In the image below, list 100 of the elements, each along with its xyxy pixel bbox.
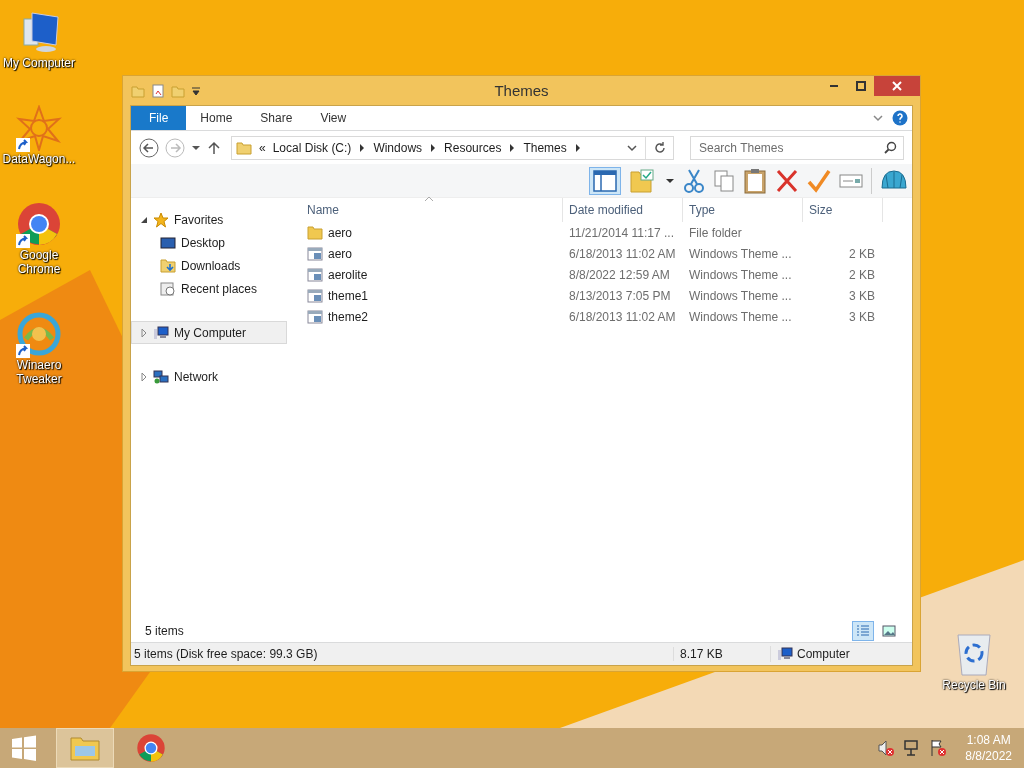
chevron-right-icon[interactable] bbox=[429, 143, 438, 152]
breadcrumb[interactable]: Windows bbox=[373, 140, 423, 155]
search-field[interactable]: Search Themes bbox=[690, 135, 904, 160]
search-input[interactable]: Search Themes bbox=[697, 139, 884, 156]
column-header[interactable]: Type bbox=[683, 198, 803, 222]
window-title: Themes bbox=[494, 82, 549, 99]
column-header[interactable]: Size bbox=[803, 198, 883, 222]
shortcut-arrow-icon bbox=[16, 344, 30, 358]
type-cell-text: Windows Theme ... bbox=[688, 288, 793, 303]
chrome-icon bbox=[16, 201, 62, 247]
refresh-icon[interactable] bbox=[653, 140, 667, 155]
size-cell-text: 2 KB bbox=[848, 267, 876, 282]
recycle-bin-icon bbox=[954, 631, 994, 677]
file-name: aerolite bbox=[328, 267, 368, 282]
dropdown-caret-icon[interactable] bbox=[191, 85, 201, 96]
folder-icon bbox=[236, 139, 252, 156]
nav-tree-item[interactable]: Favorites bbox=[131, 208, 297, 231]
nav-tree-item[interactable]: Desktop bbox=[131, 231, 297, 254]
file-name: aero bbox=[328, 246, 353, 261]
swirl-icon bbox=[16, 311, 62, 357]
file-row[interactable]: aero 11/21/2014 11:17 ... File folder bbox=[301, 222, 912, 243]
status-text: 5 items (Disk free space: 99.3 GB) bbox=[133, 647, 319, 661]
address-bar[interactable]: « Local Disk (C:) Windows Resources Themes bbox=[231, 135, 674, 160]
folder-icon bbox=[307, 224, 323, 241]
chevron-right-icon[interactable] bbox=[508, 143, 517, 152]
search-icon bbox=[884, 141, 897, 154]
nav-tree-item[interactable]: My Computer bbox=[131, 321, 287, 344]
computer-icon bbox=[153, 324, 169, 341]
desktop-icon-label: Winaero Tweaker bbox=[15, 358, 63, 386]
maximize-icon bbox=[855, 81, 866, 91]
size-cell-text: 2 KB bbox=[848, 246, 876, 261]
ribbon-tab[interactable]: File bbox=[131, 106, 187, 130]
chevron-down-icon[interactable] bbox=[872, 112, 884, 124]
breadcrumb[interactable]: Themes bbox=[523, 140, 567, 155]
folder-icon bbox=[69, 734, 101, 762]
file-row[interactable]: aero 6/18/2013 11:02 AM Windows Theme ... 2 KB bbox=[301, 243, 912, 264]
network-icon bbox=[153, 368, 169, 385]
muted-speaker-icon[interactable] bbox=[877, 739, 896, 757]
nav-tree-item[interactable]: Recent places bbox=[131, 277, 297, 300]
type-cell-text: File folder bbox=[688, 225, 743, 240]
file-row[interactable]: theme2 6/18/2013 11:02 AM Windows Theme ... 3 KB bbox=[301, 306, 912, 327]
date-cell-text: 8/8/2022 12:59 AM bbox=[568, 267, 671, 282]
clock-time: 1:08 AM bbox=[966, 732, 1011, 748]
status-location: Computer bbox=[797, 647, 850, 661]
status-size: 8.17 KB bbox=[673, 647, 770, 661]
size-cell-text: 3 KB bbox=[848, 288, 876, 303]
computer-icon bbox=[777, 646, 793, 662]
date-cell-text: 11/21/2014 11:17 ... bbox=[568, 225, 675, 240]
desktop-icon-label: My Computer bbox=[2, 56, 76, 70]
cut-icon[interactable] bbox=[683, 167, 705, 194]
breadcrumb[interactable]: Resources bbox=[444, 140, 502, 155]
shortcut-arrow-icon bbox=[16, 138, 30, 152]
properties-icon[interactable] bbox=[151, 83, 165, 98]
expanded-triangle-icon[interactable] bbox=[140, 215, 148, 224]
date-cell-text: 6/18/2013 11:02 AM bbox=[568, 309, 677, 324]
flag-icon[interactable] bbox=[929, 739, 948, 757]
ribbon-tab[interactable]: View bbox=[306, 106, 361, 130]
star-pattern-icon bbox=[16, 105, 62, 151]
item-count: 5 items bbox=[145, 624, 184, 638]
file-row[interactable]: theme1 8/13/2013 7:05 PM Windows Theme ... 3 KB bbox=[301, 285, 912, 306]
file-name: theme1 bbox=[328, 288, 369, 303]
file-row[interactable]: aerolite 8/8/2022 12:59 AM Windows Theme ... 2 KB bbox=[301, 264, 912, 285]
overflow-chevron[interactable]: « bbox=[259, 140, 266, 155]
chrome-icon bbox=[136, 733, 166, 763]
size-cell-text: 3 KB bbox=[848, 309, 876, 324]
clock-date: 8/8/2022 bbox=[965, 748, 1012, 764]
chevron-right-icon[interactable] bbox=[573, 143, 582, 152]
column-header[interactable]: Date modified bbox=[563, 198, 683, 222]
paste-icon[interactable] bbox=[743, 167, 767, 194]
windows-logo-icon bbox=[11, 735, 37, 761]
help-icon[interactable] bbox=[892, 110, 908, 126]
ribbon-tab[interactable]: Share bbox=[246, 106, 307, 130]
ribbon-tab[interactable]: Home bbox=[186, 106, 247, 130]
checkmark-icon[interactable] bbox=[807, 167, 831, 194]
star-icon bbox=[153, 211, 169, 228]
delete-icon[interactable] bbox=[775, 167, 799, 194]
file-name: theme2 bbox=[328, 309, 369, 324]
type-cell-text: Windows Theme ... bbox=[688, 309, 793, 324]
shortcut-arrow-icon bbox=[16, 234, 30, 248]
desktop-icon-label: Recycle Bin bbox=[941, 678, 1007, 692]
collapsed-triangle-icon[interactable] bbox=[140, 328, 148, 337]
date-cell-text: 6/18/2013 11:02 AM bbox=[568, 246, 677, 261]
picture-icon bbox=[882, 625, 896, 637]
up-arrow-icon[interactable] bbox=[207, 140, 221, 155]
column-header[interactable]: Name bbox=[301, 198, 563, 222]
back-icon[interactable] bbox=[139, 137, 159, 158]
desktop-icon-label: Google Chrome bbox=[16, 248, 62, 276]
nav-tree-item[interactable]: Downloads bbox=[131, 254, 297, 277]
details-list-icon bbox=[856, 625, 870, 637]
nav-tree-item[interactable]: Network bbox=[131, 365, 297, 388]
type-cell-text: Windows Theme ... bbox=[688, 246, 793, 261]
preview-pane-icon[interactable] bbox=[589, 166, 621, 195]
recent-places-icon bbox=[160, 280, 176, 297]
collapsed-triangle-icon[interactable] bbox=[140, 372, 148, 381]
close-icon bbox=[892, 81, 902, 91]
minimize-icon bbox=[829, 85, 838, 87]
close-button[interactable] bbox=[874, 76, 920, 96]
chevron-right-icon[interactable] bbox=[358, 143, 367, 152]
breadcrumb[interactable]: Local Disk (C:) bbox=[272, 140, 352, 155]
date-cell-text: 8/13/2013 7:05 PM bbox=[568, 288, 672, 303]
